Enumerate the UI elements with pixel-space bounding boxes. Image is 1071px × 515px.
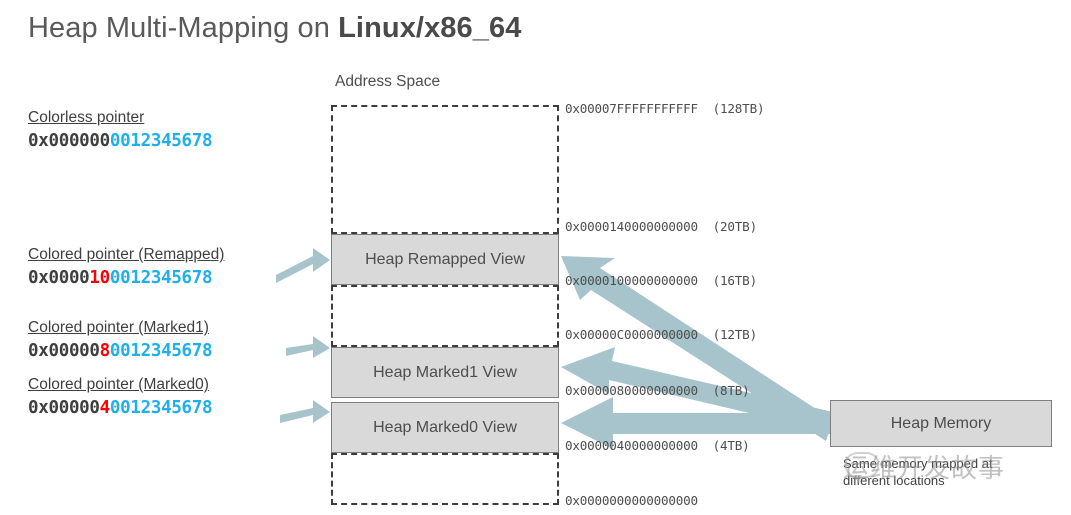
pointer-colorless-caption: Colorless pointer — [28, 109, 145, 126]
address-size-16tb: (16TB) — [712, 273, 757, 288]
pointer-colorless-offset: 0012345678 — [109, 131, 213, 151]
heap-marked1-view-box[interactable]: Heap Marked1 View — [331, 347, 559, 398]
address-label-16tb: 0x0000100000000000 (16TB) — [565, 273, 757, 288]
diagram-canvas: Heap Multi-Mapping on Linux/x86_64 Color… — [0, 0, 1071, 515]
pointer-remapped-caption: Colored pointer (Remapped) — [28, 246, 225, 263]
pointer-marked0-colorbits: 4 — [99, 398, 111, 418]
page-title-strong: Linux/x86_64 — [338, 12, 522, 44]
address-size-4tb: (4TB) — [712, 438, 750, 453]
address-space-label: Address Space — [335, 73, 441, 90]
address-hex-12tb: 0x00000C0000000000 — [565, 327, 698, 342]
pointer-colorless: Colorless pointer 0x0000000012345678 — [28, 108, 213, 152]
arrow-marked1-pointer — [286, 336, 330, 358]
address-size-20tb: (20TB) — [712, 219, 757, 234]
address-space-gap-top — [331, 105, 559, 234]
address-hex-8tb: 0x0000080000000000 — [565, 383, 698, 398]
address-hex-zero: 0x0000000000000000 — [565, 493, 698, 508]
heap-marked1-view-label: Heap Marked1 View — [373, 363, 517, 381]
heap-marked0-view-label: Heap Marked0 View — [373, 418, 517, 436]
pointer-remapped-colorbits: 10 — [89, 268, 110, 288]
pointer-remapped-value: 0x0000100012345678 — [28, 267, 224, 289]
address-space-gap-bottom — [331, 453, 559, 505]
pointer-marked1-offset: 0012345678 — [109, 341, 213, 361]
pointer-marked0: Colored pointer (Marked0) 0x000004001234… — [28, 375, 213, 419]
pointer-marked0-offset: 0012345678 — [109, 398, 213, 418]
page-title: Heap Multi-Mapping on Linux/x86_64 — [28, 12, 521, 45]
pointer-remapped-offset: 0012345678 — [109, 268, 213, 288]
heap-remapped-view-box[interactable]: Heap Remapped View — [331, 234, 559, 285]
address-hex-4tb: 0x0000040000000000 — [565, 438, 698, 453]
arrow-marked0-pointer — [280, 400, 330, 423]
pointer-marked1-caption: Colored pointer (Marked1) — [28, 319, 209, 336]
address-label-12tb: 0x00000C0000000000 (12TB) — [565, 327, 757, 342]
address-label-8tb: 0x0000080000000000 (8TB) — [565, 383, 750, 398]
heap-memory-label: Heap Memory — [890, 414, 992, 432]
watermark-bubble-icon — [845, 452, 879, 483]
address-size-128tb: (128TB) — [712, 101, 765, 116]
heap-remapped-view-label: Heap Remapped View — [365, 250, 525, 268]
pointer-marked1-value: 0x0000080012345678 — [28, 340, 213, 362]
pointer-marked1: Colored pointer (Marked1) 0x000008001234… — [28, 318, 213, 362]
heap-memory-box[interactable]: Heap Memory — [830, 400, 1052, 447]
pointer-marked1-colorbits: 8 — [99, 341, 111, 361]
address-label-4tb: 0x0000040000000000 (4TB) — [565, 438, 750, 453]
pointer-colorless-prefix: 0x000000 — [28, 131, 110, 151]
address-label-zero: 0x0000000000000000 — [565, 493, 698, 508]
address-hex-20tb: 0x0000140000000000 — [565, 219, 698, 234]
address-space-gap-middle — [331, 285, 559, 347]
address-size-12tb: (12TB) — [712, 327, 757, 342]
address-label-128tb: 0x00007FFFFFFFFFFF (128TB) — [565, 101, 765, 116]
address-label-20tb: 0x0000140000000000 (20TB) — [565, 219, 757, 234]
page-title-plain: Heap Multi-Mapping on — [28, 12, 339, 44]
pointer-marked0-prefix: 0x00000 — [28, 398, 100, 418]
pointer-remapped: Colored pointer (Remapped) 0x00001000123… — [28, 245, 224, 289]
address-size-8tb: (8TB) — [712, 383, 750, 398]
heap-marked0-view-box[interactable]: Heap Marked0 View — [331, 402, 559, 453]
address-hex-16tb: 0x0000100000000000 — [565, 273, 698, 288]
pointer-marked0-caption: Colored pointer (Marked0) — [28, 376, 209, 393]
address-hex-128tb: 0x00007FFFFFFFFFFF — [565, 101, 698, 116]
pointer-colorless-value: 0x0000000012345678 — [28, 130, 213, 152]
arrow-remapped-pointer — [276, 248, 330, 283]
pointer-remapped-prefix: 0x0000 — [28, 268, 90, 288]
pointer-marked0-value: 0x0000040012345678 — [28, 397, 213, 419]
pointer-marked1-prefix: 0x00000 — [28, 341, 100, 361]
